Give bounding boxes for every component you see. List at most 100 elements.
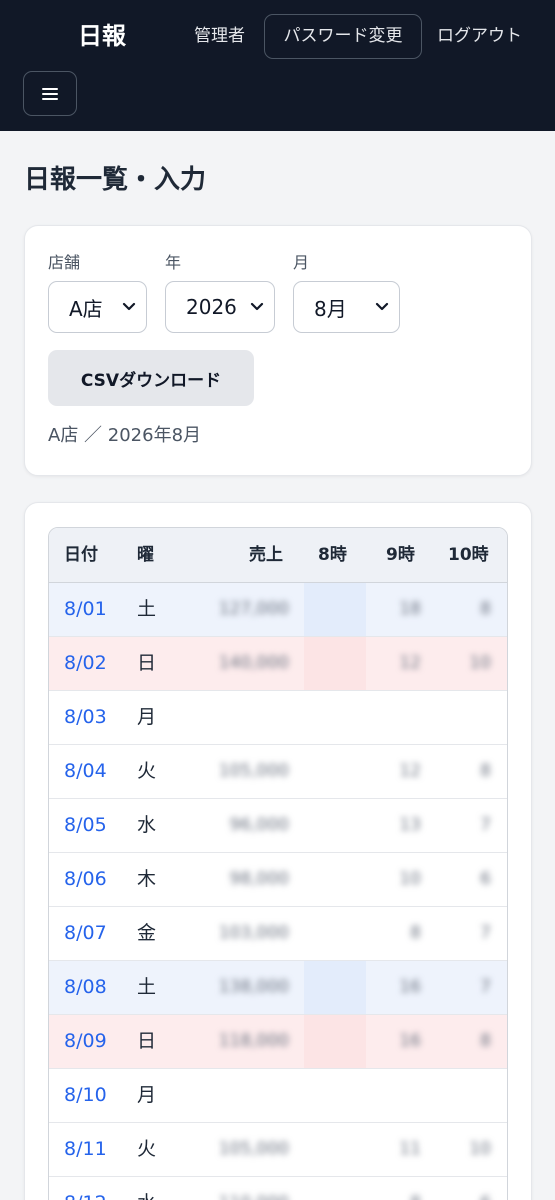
table-row[interactable]: 8/07 金 103,000 8 7 xyxy=(49,907,507,961)
row-9h: 12 xyxy=(399,653,421,673)
row-weekday: 土 xyxy=(137,598,157,620)
month-label: 月 xyxy=(293,253,310,272)
row-weekday: 月 xyxy=(137,706,157,728)
row-date-link[interactable]: 8/11 xyxy=(64,1123,107,1176)
hamburger-icon xyxy=(42,87,58,100)
header-sales: 売上 xyxy=(249,545,283,565)
row-8h xyxy=(314,1123,354,1176)
row-weekday: 水 xyxy=(137,1177,156,1200)
row-sales: 110,000 xyxy=(199,1177,289,1200)
selection-summary: A店 ／ 2026年8月 xyxy=(48,425,202,446)
row-9h: 16 xyxy=(399,977,421,997)
logout-link[interactable]: ログアウト xyxy=(437,24,522,48)
row-date-link[interactable]: 8/01 xyxy=(64,583,107,636)
row-9h: 10 xyxy=(399,869,421,889)
row-10h xyxy=(449,1069,491,1122)
row-10h: 10 xyxy=(469,1139,491,1159)
row-date-link[interactable]: 8/12 xyxy=(64,1177,107,1200)
table-row[interactable]: 8/11 火 105,000 11 10 xyxy=(49,1123,507,1177)
year-label: 年 xyxy=(165,253,182,272)
row-sales: 105,000 xyxy=(218,1139,289,1159)
table-row[interactable]: 8/04 火 105,000 12 8 xyxy=(49,745,507,799)
header-8h: 8時 xyxy=(318,545,347,565)
header-10h: 10時 xyxy=(448,545,489,565)
row-9h: 12 xyxy=(399,761,421,781)
year-select[interactable]: 2026 xyxy=(165,281,275,333)
page-title: 日報一覧・入力 xyxy=(24,165,207,195)
csv-download-button[interactable]: CSVダウンロード xyxy=(48,350,254,406)
brand-logo[interactable]: 日報 xyxy=(78,20,126,52)
row-8h xyxy=(314,1015,354,1068)
row-sales xyxy=(199,691,289,744)
row-sales: 138,000 xyxy=(218,977,289,997)
table-row[interactable]: 8/08 土 138,000 16 7 xyxy=(49,961,507,1015)
row-sales: 98,000 xyxy=(229,869,289,889)
change-password-button[interactable]: パスワード変更 xyxy=(264,14,422,59)
table-header: 日付 曜 売上 8時 9時 10時 xyxy=(49,528,507,583)
row-date-link[interactable]: 8/04 xyxy=(64,745,107,798)
table-row[interactable]: 8/06 木 98,000 10 6 xyxy=(49,853,507,907)
row-8h xyxy=(314,799,354,852)
row-weekday: 金 xyxy=(137,922,157,944)
row-sales: 127,000 xyxy=(218,599,289,619)
header-9h: 9時 xyxy=(386,545,415,565)
row-8h xyxy=(314,853,354,906)
row-8h xyxy=(314,1177,354,1200)
row-date-link[interactable]: 8/02 xyxy=(64,637,107,690)
store-select[interactable]: A店 xyxy=(48,281,147,333)
row-10h: 7 xyxy=(480,977,491,997)
row-sales: 103,000 xyxy=(218,923,289,943)
row-weekday: 日 xyxy=(137,652,157,674)
table-row[interactable]: 8/03 月 xyxy=(49,691,507,745)
table-row[interactable]: 8/02 日 140,000 12 10 xyxy=(49,637,507,691)
row-9h: 13 xyxy=(399,815,421,835)
row-weekday: 木 xyxy=(137,868,157,890)
row-weekday: 火 xyxy=(137,760,157,782)
store-label: 店舗 xyxy=(48,253,81,272)
row-9h xyxy=(379,691,421,744)
table-row[interactable]: 8/05 水 96,000 13 7 xyxy=(49,799,507,853)
table-row[interactable]: 8/10 月 xyxy=(49,1069,507,1123)
row-10h: 7 xyxy=(480,815,491,835)
row-date-link[interactable]: 8/08 xyxy=(64,961,107,1014)
year-select-value: 2026 xyxy=(186,295,237,319)
row-sales xyxy=(199,1069,289,1122)
chevron-down-icon xyxy=(122,302,136,311)
row-sales: 105,000 xyxy=(218,761,289,781)
row-date-link[interactable]: 8/06 xyxy=(64,853,107,906)
row-date-link[interactable]: 8/07 xyxy=(64,907,107,960)
table-row[interactable]: 8/01 土 127,000 18 8 xyxy=(49,583,507,637)
row-date-link[interactable]: 8/03 xyxy=(64,691,107,744)
month-select[interactable]: 8月 xyxy=(293,281,400,333)
menu-toggle-button[interactable] xyxy=(23,71,77,116)
month-select-value: 8月 xyxy=(314,296,347,321)
row-10h: 7 xyxy=(480,923,491,943)
row-9h: 8 xyxy=(379,1177,421,1200)
table-row[interactable]: 8/12 水 110,000 8 6 xyxy=(49,1177,507,1200)
row-9h: 18 xyxy=(399,599,421,619)
row-9h: 11 xyxy=(399,1139,421,1159)
filter-card: 店舗 年 月 A店 2026 8月 CSVダウンロード A店 ／ 2026年8月 xyxy=(24,225,532,476)
row-8h xyxy=(314,1069,354,1122)
row-9h xyxy=(379,1069,421,1122)
header-date[interactable]: 日付 xyxy=(64,528,98,583)
row-date-link[interactable]: 8/09 xyxy=(64,1015,107,1068)
row-weekday: 月 xyxy=(137,1084,157,1106)
row-date-link[interactable]: 8/05 xyxy=(64,799,107,852)
row-sales: 96,000 xyxy=(229,815,289,835)
row-date-link[interactable]: 8/10 xyxy=(64,1069,107,1122)
row-weekday: 火 xyxy=(137,1138,157,1160)
row-8h xyxy=(314,637,354,690)
table-row[interactable]: 8/09 日 118,000 16 8 xyxy=(49,1015,507,1069)
current-user-label: 管理者 xyxy=(194,26,245,46)
row-weekday: 土 xyxy=(137,976,157,998)
row-weekday: 日 xyxy=(137,1030,157,1052)
chevron-down-icon xyxy=(250,302,264,311)
row-sales: 118,000 xyxy=(218,1031,289,1051)
row-10h: 6 xyxy=(480,869,491,889)
row-9h: 16 xyxy=(399,1031,421,1051)
row-10h: 6 xyxy=(449,1177,491,1200)
row-8h xyxy=(314,691,354,744)
row-sales: 140,000 xyxy=(218,653,289,673)
row-8h xyxy=(314,583,354,636)
